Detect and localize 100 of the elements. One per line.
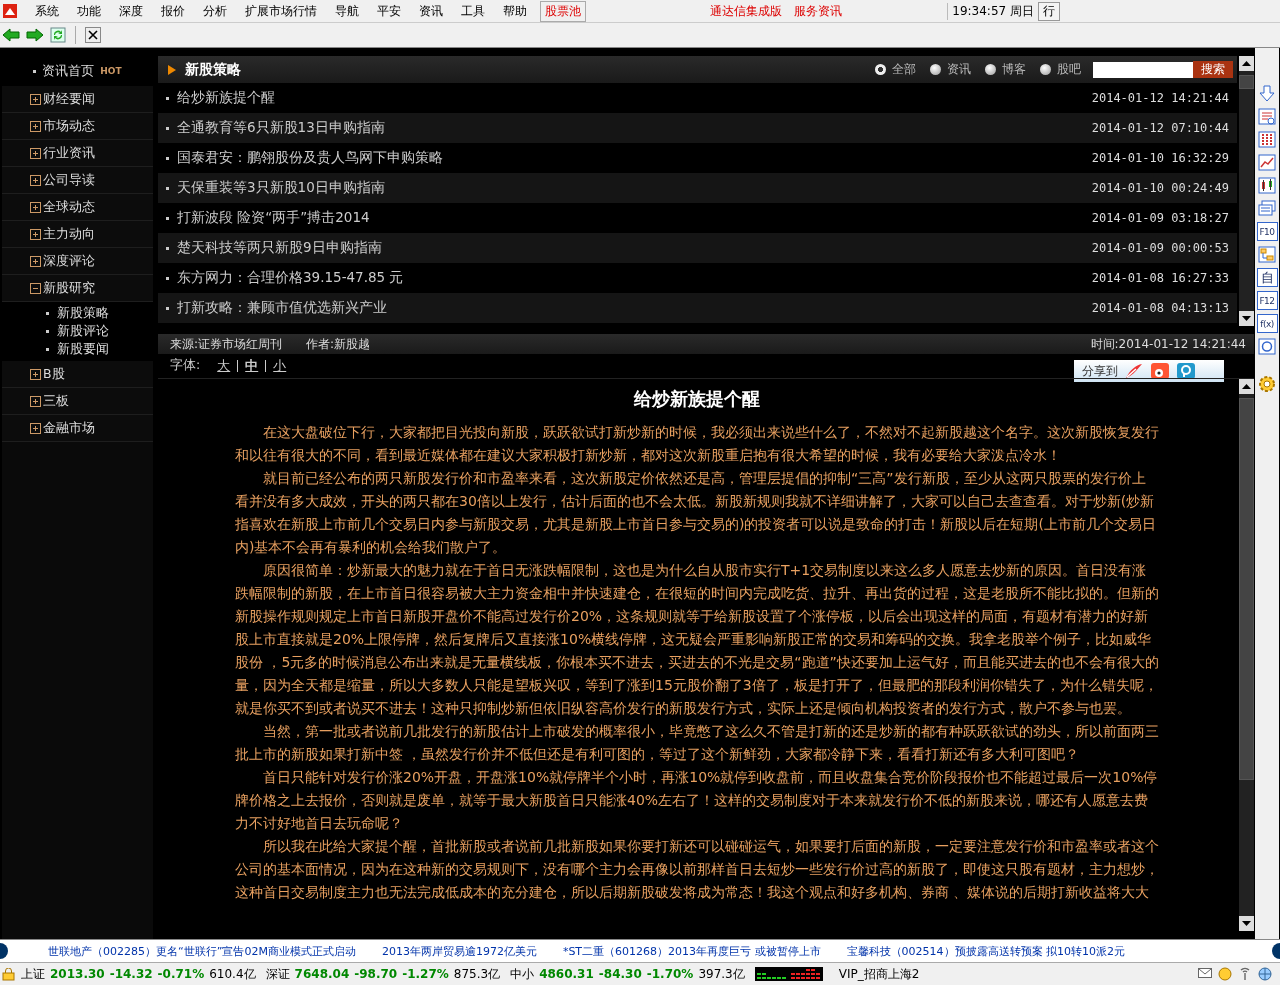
menu-link[interactable]: 通达信集成版 <box>710 2 782 20</box>
news-title[interactable]: 打新攻略：兼顾市值优选新兴产业 <box>177 299 387 317</box>
quote-button[interactable]: 行 <box>1038 1 1060 21</box>
sidebar-subitem[interactable]: 新股评论 <box>57 322 109 340</box>
back-arrow-icon[interactable] <box>2 27 20 43</box>
expand-icon[interactable] <box>30 255 41 267</box>
refresh-icon[interactable] <box>50 27 66 43</box>
section-title: 新股策略 <box>185 60 241 79</box>
news-row[interactable]: 全通教育等6只新股13日申购指南 2014-01-12 07:10:44 <box>158 113 1237 143</box>
menu-item[interactable]: 扩展市场行情 <box>236 2 326 20</box>
publish-time: 时间:2014-01-12 14:21:44 <box>1090 335 1246 353</box>
menu-item[interactable]: 工具 <box>452 2 494 20</box>
expand-icon[interactable] <box>30 147 41 159</box>
news-title[interactable]: 国泰君安：鹏翎股份及贵人鸟网下申购策略 <box>177 149 443 167</box>
chat-share-icon[interactable] <box>1176 362 1196 380</box>
news-time: 2014-01-12 07:10:44 <box>1091 121 1229 135</box>
ticker-headline[interactable]: 宝馨科技（002514）预披露高送转预案 拟10转10派2元 <box>846 943 1126 959</box>
weibo-share-icon[interactable] <box>1150 362 1170 380</box>
filter-label[interactable]: 股吧 <box>1057 61 1081 78</box>
news-title[interactable]: 打新波段 险资“两手”搏击2014 <box>177 209 370 227</box>
news-time: 2014-01-10 16:32:29 <box>1091 151 1229 165</box>
font-size-link[interactable]: 中 <box>237 359 266 372</box>
news-row[interactable]: 天保重装等3只新股10日申购指南 2014-01-10 00:24:49 <box>158 173 1237 203</box>
line-chart-icon[interactable] <box>1257 153 1277 172</box>
menu-item[interactable]: 帮助 <box>494 2 536 20</box>
tool-button[interactable]: 自 <box>1256 268 1278 287</box>
news-title[interactable]: 全通教育等6只新股13日申购指南 <box>177 119 385 137</box>
share-label: 分享到 <box>1082 362 1118 380</box>
lock-icon[interactable] <box>2 967 15 981</box>
menu-item[interactable]: 平安 <box>368 2 410 20</box>
expand-icon[interactable] <box>30 368 41 380</box>
ticker-headline[interactable]: 世联地产（002285）更名“世联行”宣告02M商业模式正式启动 <box>48 943 356 959</box>
scroll-down-icon[interactable] <box>1239 916 1254 931</box>
expand-icon[interactable] <box>30 93 41 105</box>
sidebar-subitem[interactable]: 新股要闻 <box>57 340 109 358</box>
radio-icon[interactable] <box>930 64 941 75</box>
filter-label[interactable]: 全部 <box>892 61 916 78</box>
expand-icon[interactable] <box>30 228 41 240</box>
globe-icon[interactable] <box>1258 967 1272 981</box>
sidebar-subitem[interactable]: 新股策略 <box>57 304 109 322</box>
gear-icon[interactable] <box>1257 374 1277 394</box>
grid-icon[interactable] <box>1257 130 1277 149</box>
menu-item[interactable]: 导航 <box>326 2 368 20</box>
news-time: 2014-01-09 03:18:27 <box>1091 211 1229 225</box>
search-field[interactable] <box>1093 61 1193 78</box>
news-time: 2014-01-08 04:13:13 <box>1091 301 1229 315</box>
font-size-link[interactable]: 小 <box>265 359 294 372</box>
bullet-icon <box>166 186 169 190</box>
menu-link[interactable]: 服务资讯 <box>794 2 842 20</box>
forward-arrow-icon[interactable] <box>26 27 44 43</box>
search-button[interactable]: 搜索 <box>1193 61 1233 78</box>
arrow-down-icon[interactable] <box>1257 84 1277 103</box>
radio-icon[interactable] <box>985 64 996 75</box>
candlestick-icon[interactable] <box>1257 176 1277 195</box>
filter-label[interactable]: 博客 <box>1002 61 1026 78</box>
menu-item[interactable]: 功能 <box>68 2 110 20</box>
ticker-headline[interactable]: 2013年两岸贸易逾1972亿美元 <box>381 943 537 959</box>
news-title[interactable]: 东方网力：合理价格39.15-47.85 元 <box>177 269 404 287</box>
index-percent: -1.70% <box>646 967 694 981</box>
menu-item[interactable]: 资讯 <box>410 2 452 20</box>
coin-icon[interactable] <box>1218 967 1232 981</box>
scroll-up-icon[interactable] <box>1239 56 1254 71</box>
expand-icon[interactable] <box>30 422 41 434</box>
radio-icon[interactable] <box>875 64 886 75</box>
scrollbar-thumb[interactable] <box>1239 75 1254 89</box>
expand-icon[interactable] <box>30 174 41 186</box>
report-icon[interactable] <box>1257 107 1277 126</box>
news-row[interactable]: 楚天科技等两只新股9日申购指南 2014-01-09 00:00:53 <box>158 233 1237 263</box>
filter-label[interactable]: 资讯 <box>947 61 971 78</box>
scroll-down-icon[interactable] <box>1239 311 1254 326</box>
sidebar-home-item[interactable]: 资讯首页 HOT <box>2 56 153 86</box>
font-size-link[interactable]: 大 <box>210 359 238 372</box>
tool-button[interactable]: F10 <box>1256 222 1278 241</box>
collapse-icon[interactable] <box>30 282 41 294</box>
expand-icon[interactable] <box>30 201 41 213</box>
feather-icon[interactable] <box>1124 362 1144 380</box>
ticker-headline[interactable]: *ST二重（601268）2013年再度巨亏 或被暂停上市 <box>562 943 821 959</box>
menu-item[interactable]: 报价 <box>152 2 194 20</box>
menu-item[interactable]: 深度 <box>110 2 152 20</box>
news-title[interactable]: 楚天科技等两只新股9日申购指南 <box>177 239 382 257</box>
mail-icon[interactable] <box>1198 967 1212 979</box>
tree-icon[interactable] <box>1257 245 1277 264</box>
expand-icon[interactable] <box>30 120 41 132</box>
tool-button[interactable]: F12 <box>1256 291 1278 310</box>
radio-icon[interactable] <box>1040 64 1051 75</box>
stock-pool-menu[interactable]: 股票池 <box>540 0 586 22</box>
source-text: 来源:证券市场红周刊 <box>170 335 283 353</box>
scroll-up-icon[interactable] <box>1239 379 1254 394</box>
signal-icon[interactable] <box>1238 967 1252 981</box>
menu-item[interactable]: 分析 <box>194 2 236 20</box>
app-logo-icon <box>2 3 18 19</box>
tool-button[interactable]: f(x) <box>1256 314 1278 333</box>
menu-item[interactable]: 系统 <box>26 2 68 20</box>
expand-icon[interactable] <box>30 395 41 407</box>
close-icon[interactable] <box>85 27 101 43</box>
news-time: 2014-01-12 14:21:44 <box>1091 91 1229 105</box>
scrollbar-thumb[interactable] <box>1239 398 1254 780</box>
news-row[interactable]: 打新攻略：兼顾市值优选新兴产业 2014-01-08 04:13:13 <box>158 293 1237 323</box>
news-title[interactable]: 给炒新族提个醒 <box>177 89 275 107</box>
news-title[interactable]: 天保重装等3只新股10日申购指南 <box>177 179 385 197</box>
